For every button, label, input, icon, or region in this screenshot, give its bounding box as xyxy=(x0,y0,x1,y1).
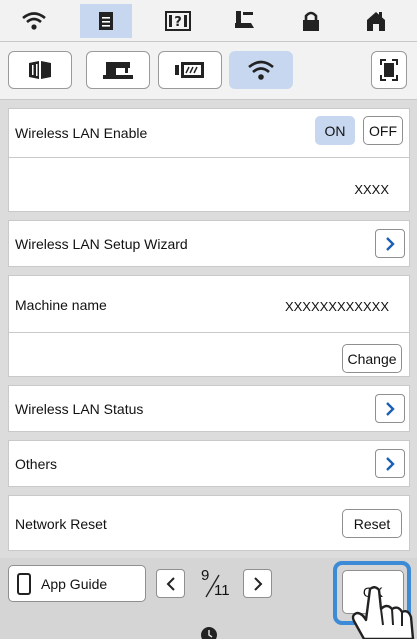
wifi-icon xyxy=(22,12,46,30)
fullscreen-icon xyxy=(380,59,398,81)
on-button[interactable]: ON xyxy=(315,116,355,145)
chevron-left-icon xyxy=(166,576,175,591)
tab-lock[interactable] xyxy=(285,4,337,38)
setup-wizard-row[interactable]: Wireless LAN Setup Wizard xyxy=(8,220,410,267)
wireless-status-row[interactable]: Wireless LAN Status xyxy=(8,385,410,432)
network-reset-label: Network Reset xyxy=(15,516,107,532)
wireless-status-arrow-button[interactable] xyxy=(375,394,405,423)
hand-pointer-icon xyxy=(351,586,415,639)
app-guide-button[interactable]: App Guide xyxy=(8,565,146,602)
wireless-status-label: Wireless LAN Status xyxy=(15,401,144,417)
full-screen-button[interactable] xyxy=(371,51,407,89)
wireless-enable-panel: Wireless LAN Enable ON OFF XXXX xyxy=(8,108,410,212)
machine-name-label: Machine name xyxy=(15,297,107,313)
divider xyxy=(9,332,409,333)
lock-icon xyxy=(303,11,319,31)
others-row[interactable]: Others xyxy=(8,440,410,487)
clock-icon xyxy=(201,627,217,639)
embroidery-frame-icon xyxy=(175,62,204,78)
setup-wizard-label: Wireless LAN Setup Wizard xyxy=(15,236,188,252)
tab-home[interactable] xyxy=(350,4,402,38)
tab-help[interactable]: ? xyxy=(152,4,204,38)
smartphone-icon xyxy=(17,572,31,595)
chevron-right-icon xyxy=(386,456,395,471)
machine-name-value: XXXXXXXXXXXX xyxy=(284,299,389,314)
presser-foot-icon xyxy=(235,11,254,28)
network-reset-row: Network Reset Reset xyxy=(8,495,410,551)
wireless-enable-label: Wireless LAN Enable xyxy=(15,125,148,141)
home-icon xyxy=(367,12,385,31)
tab-presser-foot[interactable] xyxy=(219,4,271,38)
svg-text:?: ? xyxy=(174,15,182,30)
others-label: Others xyxy=(15,456,58,472)
category-machine[interactable] xyxy=(86,51,150,89)
top-tab-bar: ? xyxy=(0,0,417,42)
divider xyxy=(9,157,409,158)
page-prev-button[interactable] xyxy=(156,569,185,598)
change-button[interactable]: Change xyxy=(342,344,402,373)
chevron-right-icon xyxy=(253,576,262,591)
wifi-icon xyxy=(248,60,274,80)
chevron-right-icon xyxy=(386,401,395,416)
tab-wifi[interactable] xyxy=(8,4,60,38)
setup-wizard-arrow-button[interactable] xyxy=(375,229,405,258)
category-network[interactable] xyxy=(229,51,293,89)
category-embroidery[interactable] xyxy=(158,51,222,89)
reset-button[interactable]: Reset xyxy=(342,509,402,538)
book-icon xyxy=(29,61,51,79)
help-icon: ? xyxy=(165,11,191,31)
others-arrow-button[interactable] xyxy=(375,449,405,478)
tab-settings-page[interactable] xyxy=(80,4,132,38)
ssid-value: XXXX xyxy=(354,182,389,197)
page-total: 11 xyxy=(214,582,230,599)
document-icon xyxy=(99,12,113,30)
sewing-machine-icon xyxy=(103,62,133,79)
app-guide-label: App Guide xyxy=(41,575,108,592)
category-bar xyxy=(0,42,417,100)
chevron-right-icon xyxy=(386,236,395,251)
page-indicator: 9 11 xyxy=(190,565,238,603)
machine-name-panel: Machine name XXXXXXXXXXXX Change xyxy=(8,275,410,377)
off-button[interactable]: OFF xyxy=(363,116,403,145)
page-next-button[interactable] xyxy=(243,569,272,598)
category-embroidery-frames[interactable] xyxy=(8,51,72,89)
